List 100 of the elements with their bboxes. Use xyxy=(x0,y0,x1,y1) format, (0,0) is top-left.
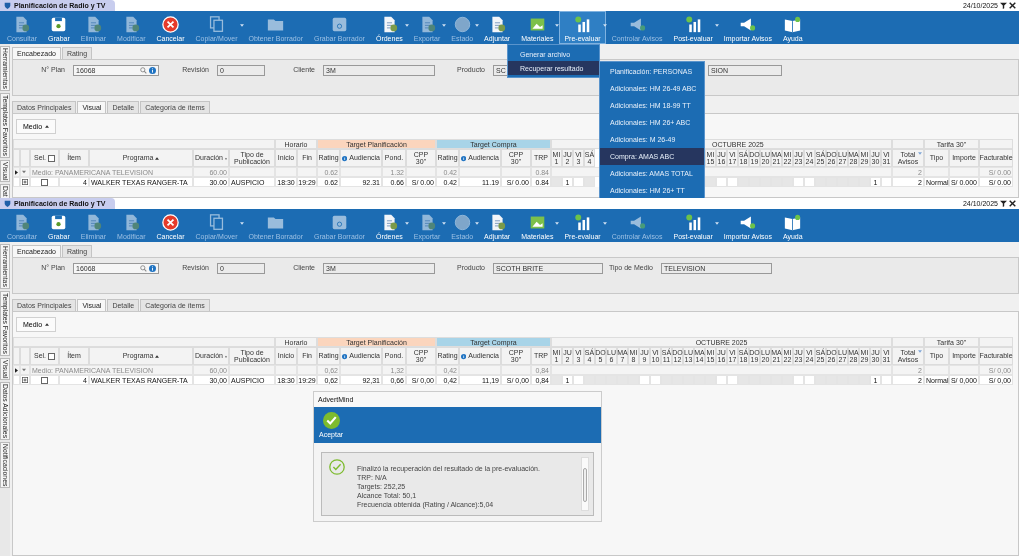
check-circle-icon xyxy=(322,412,340,429)
table-cell xyxy=(297,167,317,177)
table-cell xyxy=(340,167,382,177)
calendar-cell[interactable] xyxy=(650,375,661,385)
calendar-cell[interactable] xyxy=(716,375,727,385)
table-cell xyxy=(406,167,436,177)
calendar-cell[interactable] xyxy=(804,177,815,187)
header-cell xyxy=(892,337,924,347)
table-cell xyxy=(949,365,979,375)
bar-chart-icon xyxy=(684,16,702,33)
caret-icon xyxy=(602,222,607,225)
calendar-cell[interactable] xyxy=(551,177,562,187)
book-icon xyxy=(784,16,802,33)
copy-icon xyxy=(208,16,225,33)
collapse-icon[interactable] xyxy=(22,368,26,372)
bar-chart-icon xyxy=(574,214,592,231)
bar-chart-icon xyxy=(574,16,592,33)
info-icon[interactable] xyxy=(461,154,467,162)
calendar-cell[interactable] xyxy=(716,177,727,187)
caret-icon xyxy=(475,24,480,27)
caret-icon xyxy=(555,24,560,27)
image-icon xyxy=(528,214,546,231)
calendar-cell[interactable] xyxy=(738,177,749,187)
table-cell xyxy=(459,365,501,375)
table-cell xyxy=(924,167,949,177)
table-cell xyxy=(275,167,297,177)
calendar-cell[interactable] xyxy=(859,177,870,187)
caret-icon xyxy=(714,222,719,225)
sort-icon[interactable] xyxy=(155,156,160,160)
book-icon xyxy=(784,214,802,231)
calendar-cell[interactable] xyxy=(705,375,716,385)
calendar-cell[interactable] xyxy=(628,375,639,385)
calendar-cell[interactable] xyxy=(661,375,672,385)
table-cell xyxy=(229,365,275,375)
checkbox[interactable] xyxy=(48,154,56,162)
cancel-icon xyxy=(161,16,179,33)
calendar-cell[interactable] xyxy=(705,177,716,187)
calendar-cell[interactable] xyxy=(639,375,650,385)
calendar-cell[interactable] xyxy=(881,177,892,187)
collapse-icon[interactable] xyxy=(22,170,26,174)
calendar-cell[interactable] xyxy=(551,375,562,385)
shield-icon xyxy=(4,200,11,207)
calendar-cell[interactable] xyxy=(881,375,892,385)
check-circle-icon xyxy=(329,459,345,475)
search-icon[interactable] xyxy=(140,265,147,272)
table-cell xyxy=(924,365,949,375)
calendar-cell[interactable] xyxy=(738,375,749,385)
megaphone-icon xyxy=(739,16,757,33)
filter-icon[interactable] xyxy=(1000,2,1007,9)
calendar-cell[interactable] xyxy=(793,177,804,187)
info-icon[interactable] xyxy=(342,352,348,360)
calendar-cell[interactable] xyxy=(573,177,584,187)
header-cell xyxy=(979,139,1013,149)
table-cell xyxy=(297,365,317,375)
info-icon[interactable] xyxy=(342,154,348,162)
caret-icon xyxy=(442,24,447,27)
calendar-cell[interactable] xyxy=(727,177,738,187)
close-icon[interactable] xyxy=(1009,200,1016,207)
info-icon[interactable] xyxy=(149,265,156,272)
calendar-cell[interactable] xyxy=(804,375,815,385)
calendar-cell[interactable] xyxy=(727,375,738,385)
caret-icon xyxy=(714,24,719,27)
megaphone-icon xyxy=(628,16,646,33)
calendar-cell[interactable] xyxy=(859,375,870,385)
scrollbar[interactable] xyxy=(581,457,589,511)
calendar-cell[interactable] xyxy=(782,177,793,187)
caret-icon xyxy=(239,222,244,225)
caret-icon xyxy=(475,222,480,225)
calendar-cell[interactable] xyxy=(584,375,595,385)
info-icon[interactable] xyxy=(149,67,156,74)
checkbox[interactable] xyxy=(41,376,48,384)
checkbox[interactable] xyxy=(41,178,48,186)
checkbox[interactable] xyxy=(48,352,56,360)
close-icon[interactable] xyxy=(1009,2,1016,9)
calendar-cell[interactable] xyxy=(793,375,804,385)
caret-icon xyxy=(602,24,607,27)
table-cell xyxy=(406,365,436,375)
calendar-cell[interactable] xyxy=(573,375,584,385)
calendar-cell[interactable] xyxy=(815,177,826,187)
table-cell xyxy=(459,167,501,177)
table-cell xyxy=(501,365,531,375)
table-cell xyxy=(949,167,979,177)
caret-icon xyxy=(404,24,409,27)
filter-icon[interactable] xyxy=(1000,200,1007,207)
image-icon xyxy=(528,16,546,33)
calendar-cell[interactable] xyxy=(815,375,826,385)
info-icon[interactable] xyxy=(461,352,467,360)
copy-icon xyxy=(208,214,225,231)
circle-icon xyxy=(453,16,471,33)
sort-icon xyxy=(45,323,50,326)
megaphone-icon xyxy=(739,214,757,231)
table-cell xyxy=(275,365,297,375)
calendar-cell[interactable] xyxy=(782,375,793,385)
table-cell xyxy=(229,167,275,177)
search-icon[interactable] xyxy=(140,67,147,74)
document-icon xyxy=(13,214,31,231)
sort-icon[interactable] xyxy=(155,354,160,358)
table-cell xyxy=(501,167,531,177)
folder-icon xyxy=(267,214,285,231)
calendar-cell[interactable] xyxy=(584,177,595,187)
